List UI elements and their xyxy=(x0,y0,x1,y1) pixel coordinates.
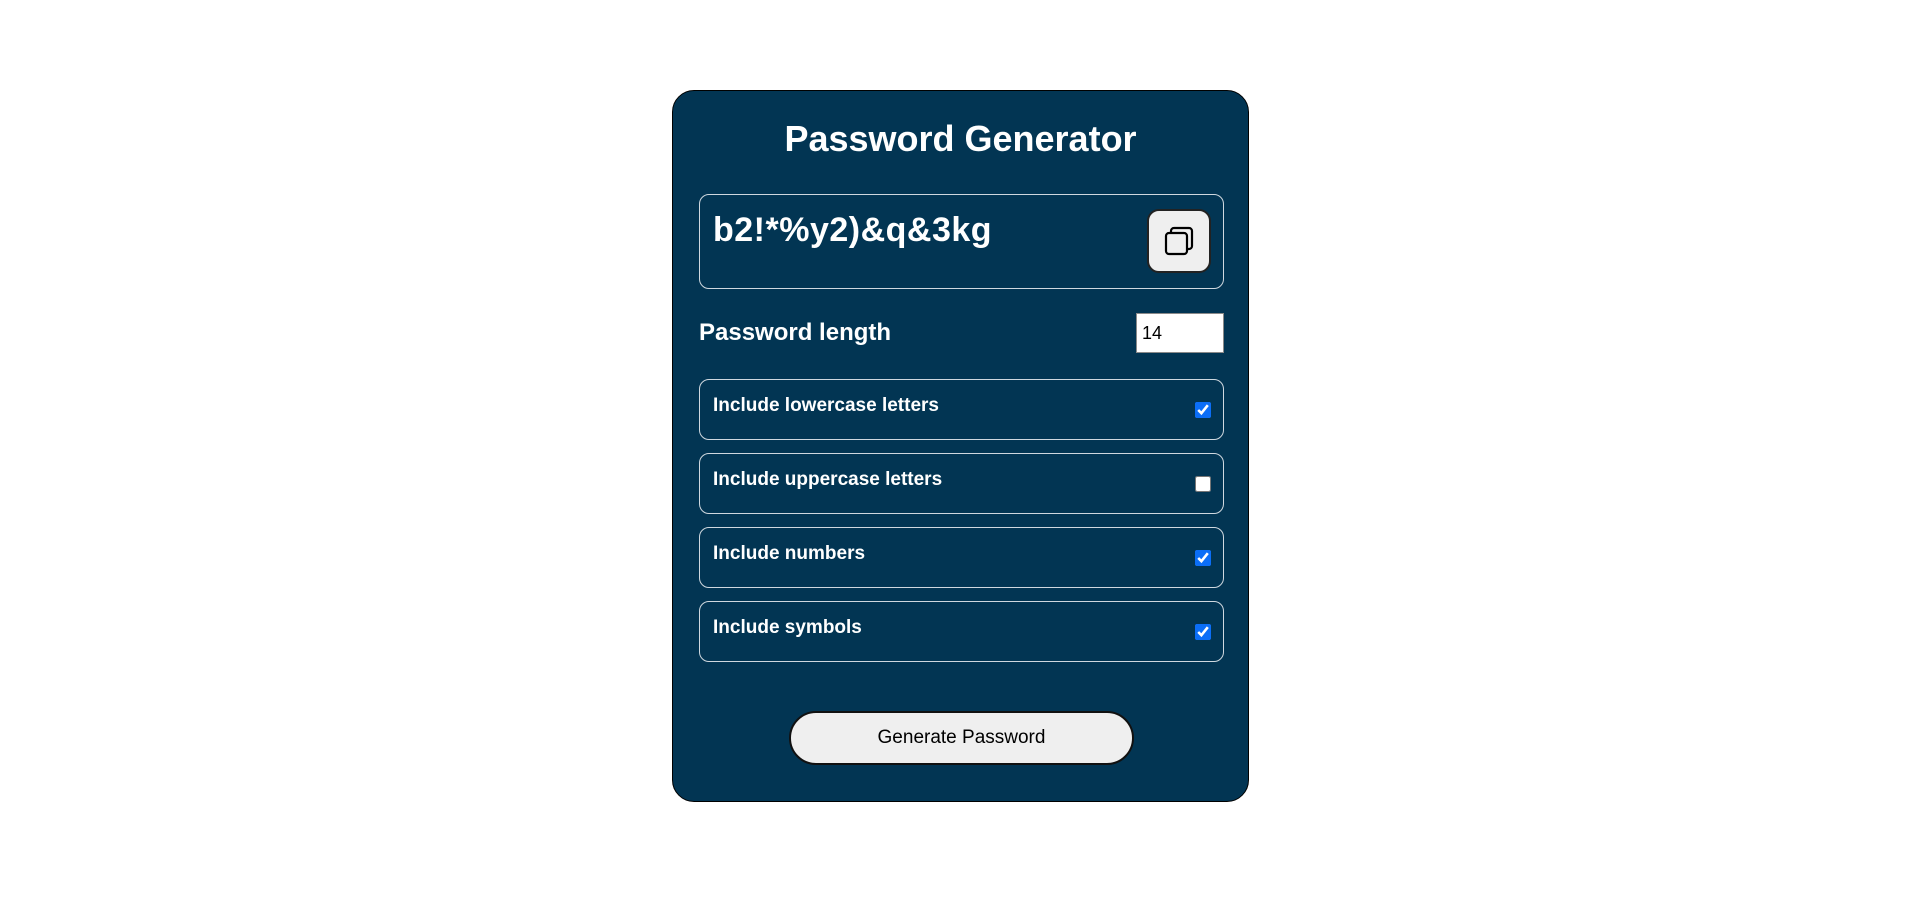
generate-password-button[interactable]: Generate Password xyxy=(789,711,1134,765)
option-symbols-label: Include symbols xyxy=(713,617,862,638)
password-length-row: Password length xyxy=(699,313,1224,355)
option-uppercase: Include uppercase letters xyxy=(699,453,1224,514)
password-generator-card: Password Generator b2!*%y2)&q&3kg Passwo… xyxy=(672,90,1249,802)
option-symbols: Include symbols xyxy=(699,601,1224,662)
option-lowercase-checkbox[interactable] xyxy=(1195,402,1211,418)
option-numbers: Include numbers xyxy=(699,527,1224,588)
generated-password: b2!*%y2)&q&3kg xyxy=(713,211,993,249)
copy-icon xyxy=(1164,226,1194,256)
password-length-label: Password length xyxy=(699,319,892,346)
option-lowercase-label: Include lowercase letters xyxy=(713,395,939,416)
option-uppercase-checkbox[interactable] xyxy=(1195,476,1211,492)
option-numbers-label: Include numbers xyxy=(713,543,866,564)
option-lowercase: Include lowercase letters xyxy=(699,379,1224,440)
password-result-box: b2!*%y2)&q&3kg xyxy=(699,194,1224,289)
password-length-input[interactable] xyxy=(1136,313,1224,353)
copy-button[interactable] xyxy=(1147,209,1211,273)
option-numbers-checkbox[interactable] xyxy=(1195,550,1211,566)
option-symbols-checkbox[interactable] xyxy=(1195,624,1211,640)
option-uppercase-label: Include uppercase letters xyxy=(713,469,943,490)
page-title: Password Generator xyxy=(784,118,1137,159)
